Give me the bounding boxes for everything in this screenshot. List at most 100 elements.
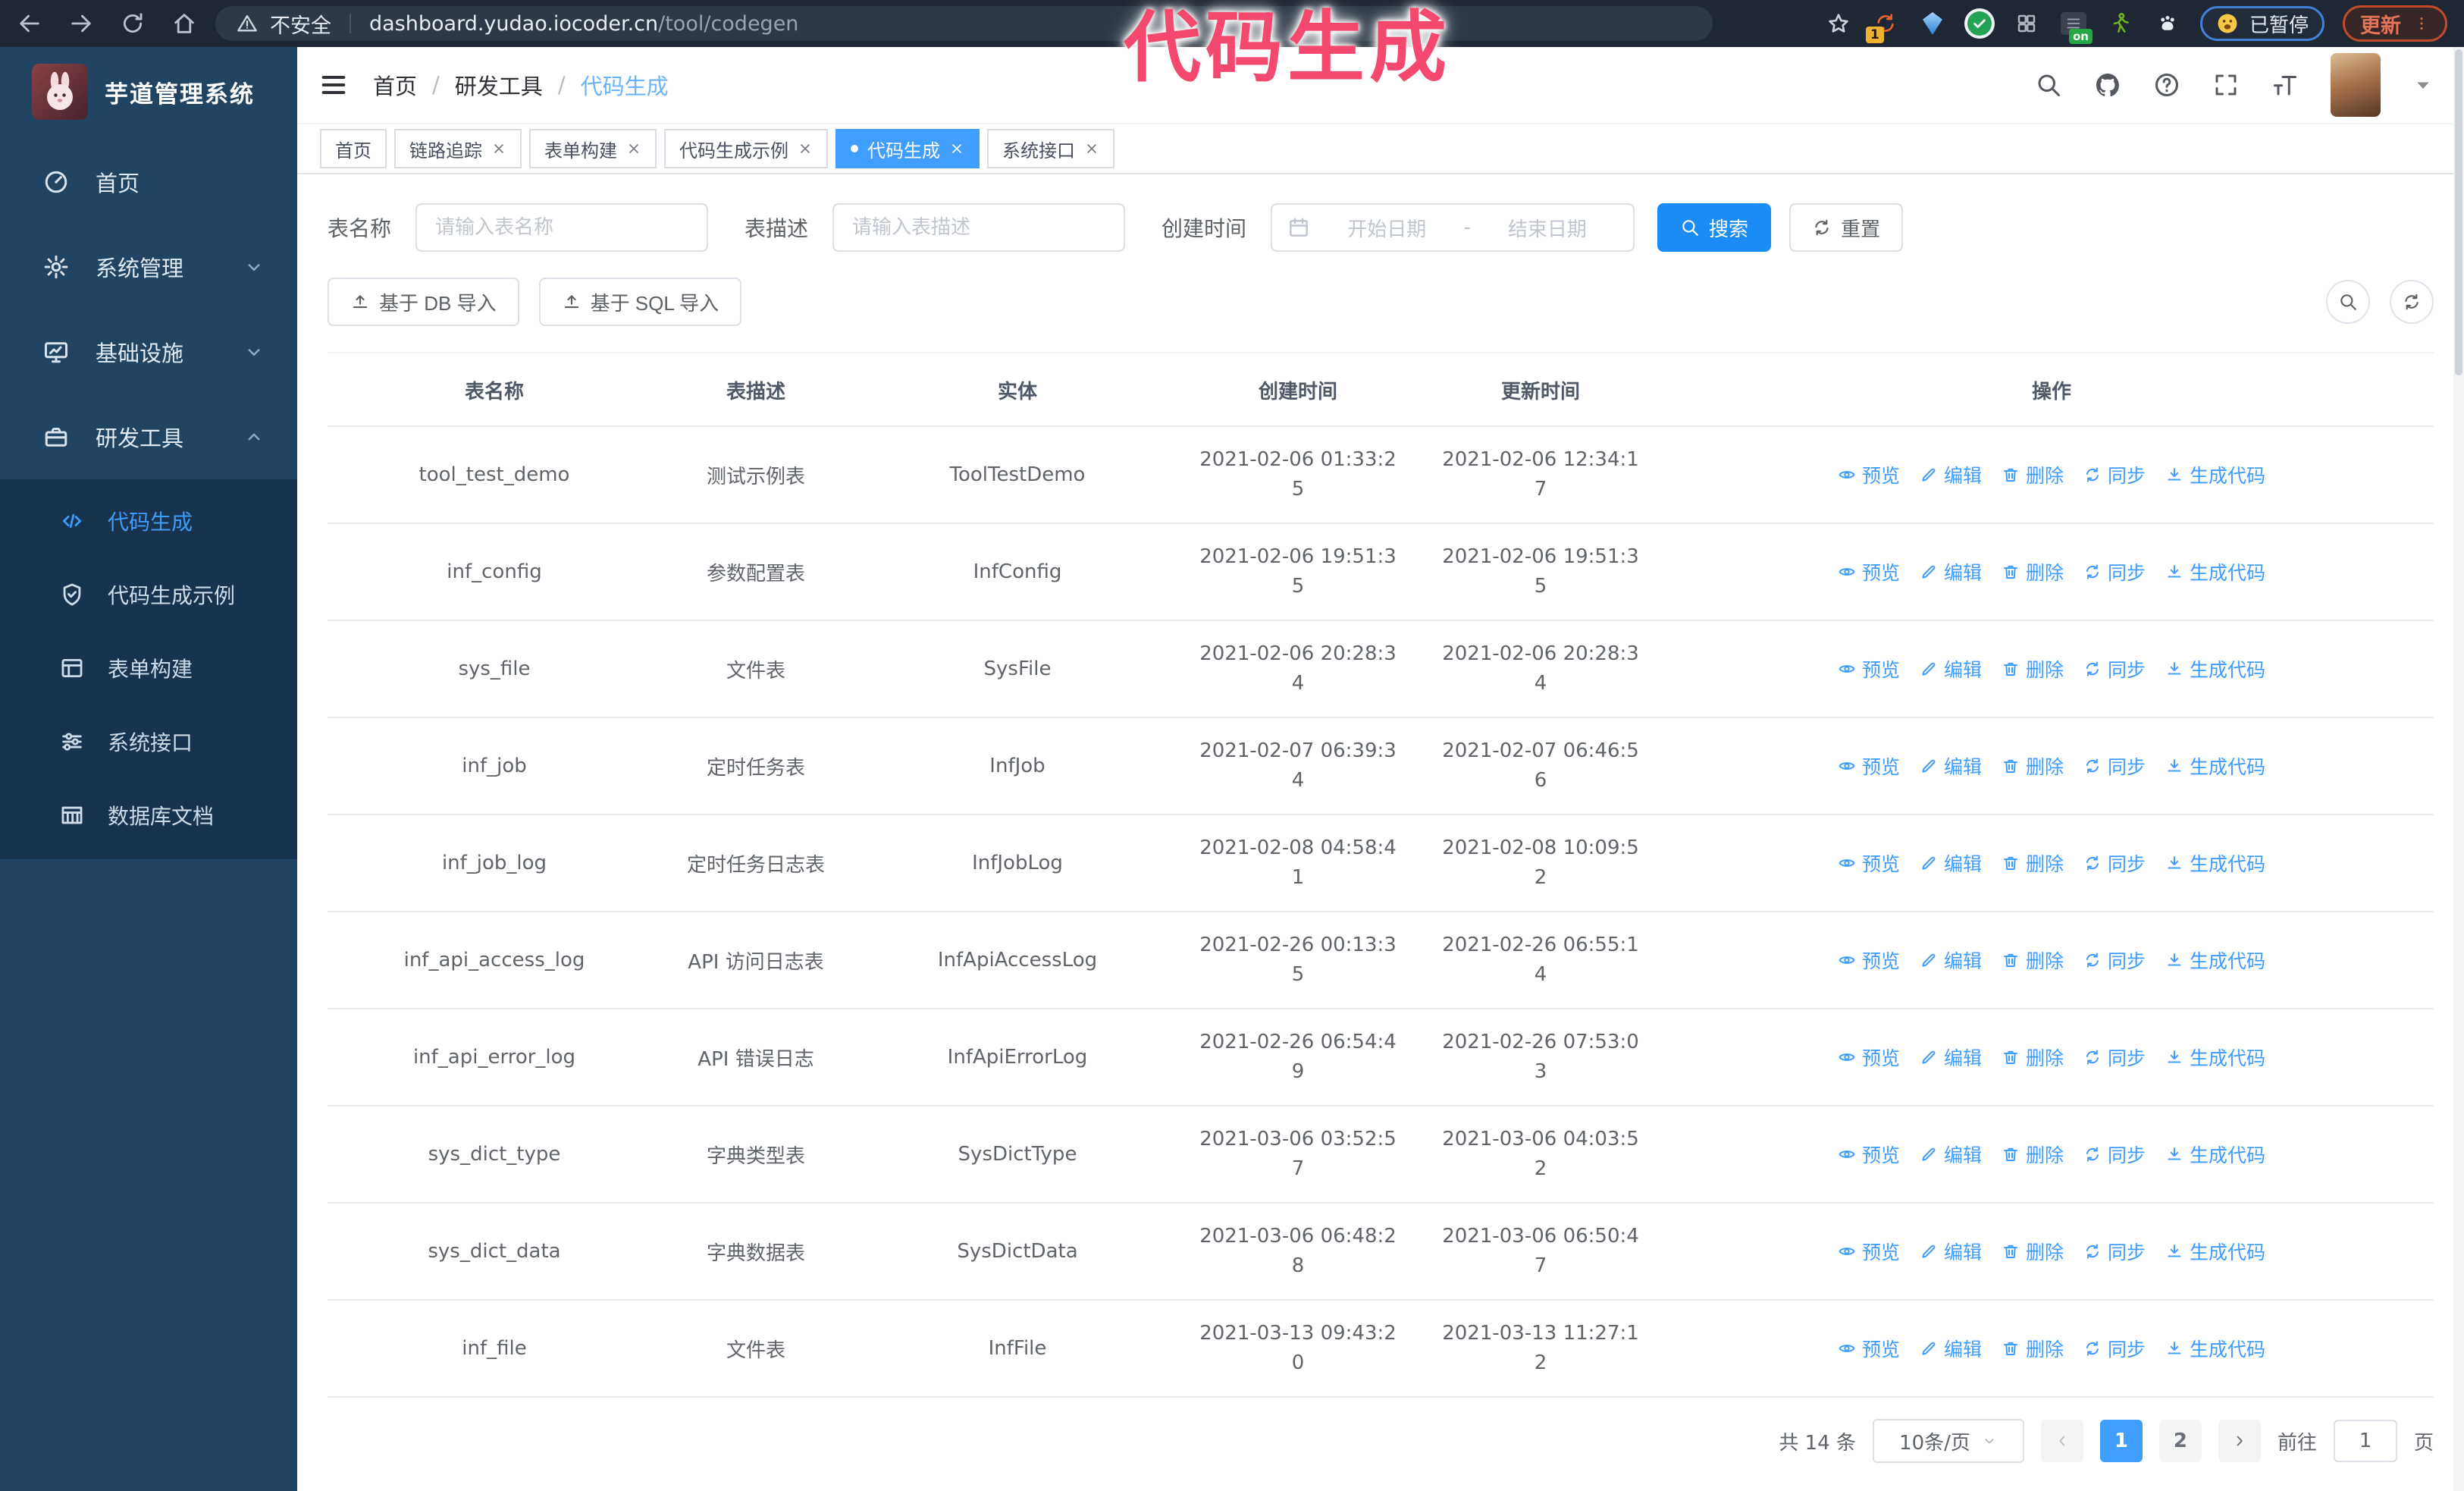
browser-home-button[interactable] [171,11,197,36]
refresh-table-button[interactable] [2390,280,2434,324]
preview-link[interactable]: 预览 [1838,1044,1900,1071]
browser-menu-dots-icon[interactable] [2413,15,2430,32]
sidebar-item-code-generation[interactable]: 代码生成 [0,484,297,557]
generate-code-link[interactable]: 生成代码 [2165,655,2265,683]
delete-link[interactable]: 删除 [2002,558,2064,585]
extension-icon-orange[interactable]: 1 [1865,9,1900,43]
generate-code-link[interactable]: 生成代码 [2165,849,2265,877]
generate-code-link[interactable]: 生成代码 [2165,1044,2265,1071]
edit-link[interactable]: 编辑 [1920,1044,1982,1071]
table-name-input[interactable] [415,203,709,252]
preview-link[interactable]: 预览 [1838,1238,1900,1265]
sync-link[interactable]: 同步 [2083,655,2146,683]
sync-link[interactable]: 同步 [2083,558,2146,585]
tab-close-icon[interactable] [491,141,506,156]
user-avatar[interactable] [2331,53,2381,117]
search-button[interactable]: 搜索 [1657,203,1772,252]
tab-trace[interactable]: 链路追踪 [394,129,522,168]
tab-close-icon[interactable] [798,141,813,156]
goto-page-input[interactable] [2333,1420,2397,1462]
delete-link[interactable]: 删除 [2002,752,2064,780]
end-date-placeholder[interactable]: 结束日期 [1477,214,1618,242]
sidebar-item-system-api[interactable]: 系统接口 [0,705,297,778]
extension-icon-walker[interactable] [2106,9,2135,38]
extension-icon-green-check[interactable] [1965,9,1994,38]
start-date-placeholder[interactable]: 开始日期 [1316,214,1457,242]
scrollbar-thumb[interactable] [2455,49,2462,375]
browser-update-button[interactable]: 更新 [2343,5,2447,42]
preview-link[interactable]: 预览 [1838,752,1900,780]
toggle-search-button[interactable] [2326,280,2370,324]
edit-link[interactable]: 编辑 [1920,946,1982,974]
tab-home[interactable]: 首页 [320,129,387,168]
sync-link[interactable]: 同步 [2083,752,2146,780]
tab-form-builder[interactable]: 表单构建 [529,129,657,168]
sidebar-item-infrastructure[interactable]: 基础设施 [0,309,297,394]
delete-link[interactable]: 删除 [2002,1141,2064,1168]
tab-codegen-example[interactable]: 代码生成示例 [664,129,828,168]
extension-icon-paw[interactable] [2153,9,2182,38]
table-desc-input[interactable] [832,203,1126,252]
edit-link[interactable]: 编辑 [1920,558,1982,585]
page-scrollbar[interactable] [2453,47,2464,1491]
preview-link[interactable]: 预览 [1838,461,1900,488]
edit-link[interactable]: 编辑 [1920,461,1982,488]
sync-link[interactable]: 同步 [2083,1044,2146,1071]
page-size-select[interactable]: 10条/页 [1872,1419,2024,1463]
tab-close-icon[interactable] [949,141,964,156]
address-bar[interactable]: 不安全 dashboard.yudao.iocoder.cn/tool/code… [215,6,1713,41]
search-icon[interactable] [2035,71,2062,99]
sync-link[interactable]: 同步 [2083,1141,2146,1168]
tab-close-icon[interactable] [1084,141,1099,156]
sidebar-item-dev-tools[interactable]: 研发工具 [0,394,297,479]
github-icon[interactable] [2094,71,2121,99]
sync-link[interactable]: 同步 [2083,849,2146,877]
sync-link[interactable]: 同步 [2083,461,2146,488]
help-icon[interactable] [2153,71,2180,99]
fullscreen-icon[interactable] [2212,71,2240,99]
delete-link[interactable]: 删除 [2002,1044,2064,1071]
sync-link[interactable]: 同步 [2083,946,2146,974]
sidebar-item-home[interactable]: 首页 [0,140,297,224]
delete-link[interactable]: 删除 [2002,1238,2064,1265]
edit-link[interactable]: 编辑 [1920,752,1982,780]
generate-code-link[interactable]: 生成代码 [2165,1335,2265,1362]
import-from-db-button[interactable]: 基于 DB 导入 [328,278,519,326]
browser-forward-button[interactable] [68,11,94,36]
tab-system-api[interactable]: 系统接口 [987,129,1114,168]
sidebar-item-code-generation-example[interactable]: 代码生成示例 [0,557,297,631]
preview-link[interactable]: 预览 [1838,946,1900,974]
preview-link[interactable]: 预览 [1838,849,1900,877]
page-button-2[interactable]: 2 [2158,1420,2202,1462]
breadcrumb-home[interactable]: 首页 [373,69,417,101]
caret-down-icon[interactable] [2412,74,2434,96]
generate-code-link[interactable]: 生成代码 [2165,1238,2265,1265]
delete-link[interactable]: 删除 [2002,1335,2064,1362]
edit-link[interactable]: 编辑 [1920,1141,1982,1168]
generate-code-link[interactable]: 生成代码 [2165,558,2265,585]
generate-code-link[interactable]: 生成代码 [2165,752,2265,780]
sync-link[interactable]: 同步 [2083,1238,2146,1265]
edit-link[interactable]: 编辑 [1920,849,1982,877]
extension-icon-grid[interactable] [2012,9,2041,38]
extension-icon-gem[interactable] [1918,9,1947,38]
bookmark-star-icon[interactable] [1824,9,1853,38]
edit-link[interactable]: 编辑 [1920,1238,1982,1265]
font-size-icon[interactable] [2271,71,2299,99]
preview-link[interactable]: 预览 [1838,655,1900,683]
extension-icon-dark-on[interactable]: on [2059,9,2093,44]
delete-link[interactable]: 删除 [2002,849,2064,877]
profile-paused-badge[interactable]: 已暂停 [2199,6,2324,41]
app-logo-row[interactable]: 芋道管理系统 [0,47,297,135]
reset-button[interactable]: 重置 [1789,203,1904,252]
generate-code-link[interactable]: 生成代码 [2165,461,2265,488]
preview-link[interactable]: 预览 [1838,558,1900,585]
delete-link[interactable]: 删除 [2002,655,2064,683]
preview-link[interactable]: 预览 [1838,1141,1900,1168]
browser-back-button[interactable] [17,11,42,36]
sync-link[interactable]: 同步 [2083,1335,2146,1362]
delete-link[interactable]: 删除 [2002,946,2064,974]
sidebar-item-database-doc[interactable]: 数据库文档 [0,778,297,852]
next-page-button[interactable] [2218,1420,2261,1462]
generate-code-link[interactable]: 生成代码 [2165,1141,2265,1168]
